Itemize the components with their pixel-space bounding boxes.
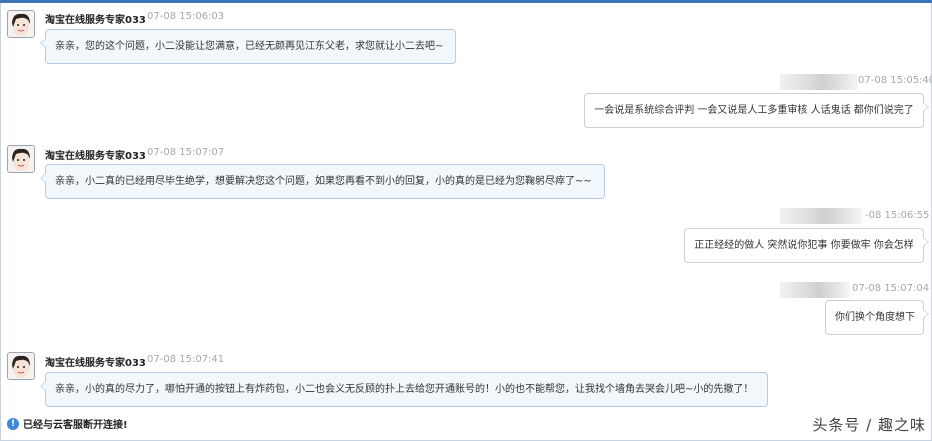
- blurred-username: [780, 282, 850, 298]
- message-timestamp: 07-08 15:07:07: [147, 147, 225, 158]
- window-top-bar: [0, 0, 932, 3]
- message-bubble: 一会说是系统综合评判 一会又说是人工多重审核 人话鬼话 都你们说完了: [584, 93, 929, 128]
- message-timestamp: 07-08 15:06:03: [147, 11, 225, 22]
- status-text: 已经与云客服断开连接!: [23, 420, 128, 431]
- watermark: 头条号 / 趣之味: [812, 416, 926, 434]
- blurred-username: [780, 208, 862, 224]
- avatar-image: [8, 146, 34, 172]
- message-timestamp: 07-08 15:07:04: [852, 283, 930, 294]
- message-bubble: 亲亲，小二真的已经用尽毕生绝学，想要解决您这个问题，如果您再看不到小的回复，小的…: [40, 164, 605, 199]
- sender-name: 淘宝在线服务专家033: [45, 151, 146, 162]
- connection-status: ! 已经与云客服断开连接!: [7, 416, 128, 431]
- message-bubble: 你们换个角度想下: [825, 300, 929, 335]
- blurred-username: [780, 74, 858, 90]
- message-timestamp: 07-08 15:07:41: [147, 354, 225, 365]
- agent-avatar[interactable]: [7, 10, 35, 38]
- agent-avatar[interactable]: [7, 352, 35, 380]
- agent-avatar[interactable]: [7, 145, 35, 173]
- sender-name: 淘宝在线服务专家033: [45, 15, 146, 26]
- message-bubble: 亲亲，小的真的尽力了，哪怕开通的按钮上有炸药包，小二也会义无反顾的扑上去给您开通…: [40, 372, 768, 407]
- message-timestamp: 07-08 15:05:40: [858, 75, 932, 86]
- sender-name: 淘宝在线服务专家033: [45, 358, 146, 369]
- message-bubble: 正正经经的做人 突然说你犯事 你要做牢 你会怎样: [684, 228, 929, 263]
- message-timestamp: -08 15:06:55: [865, 210, 930, 221]
- avatar-image: [8, 353, 34, 379]
- message-bubble: 亲亲，您的这个问题，小二没能让您满意，已经无颜再见江东父老，求您就让小二去吧~: [40, 29, 456, 64]
- info-icon: !: [7, 417, 19, 430]
- avatar-image: [8, 11, 34, 37]
